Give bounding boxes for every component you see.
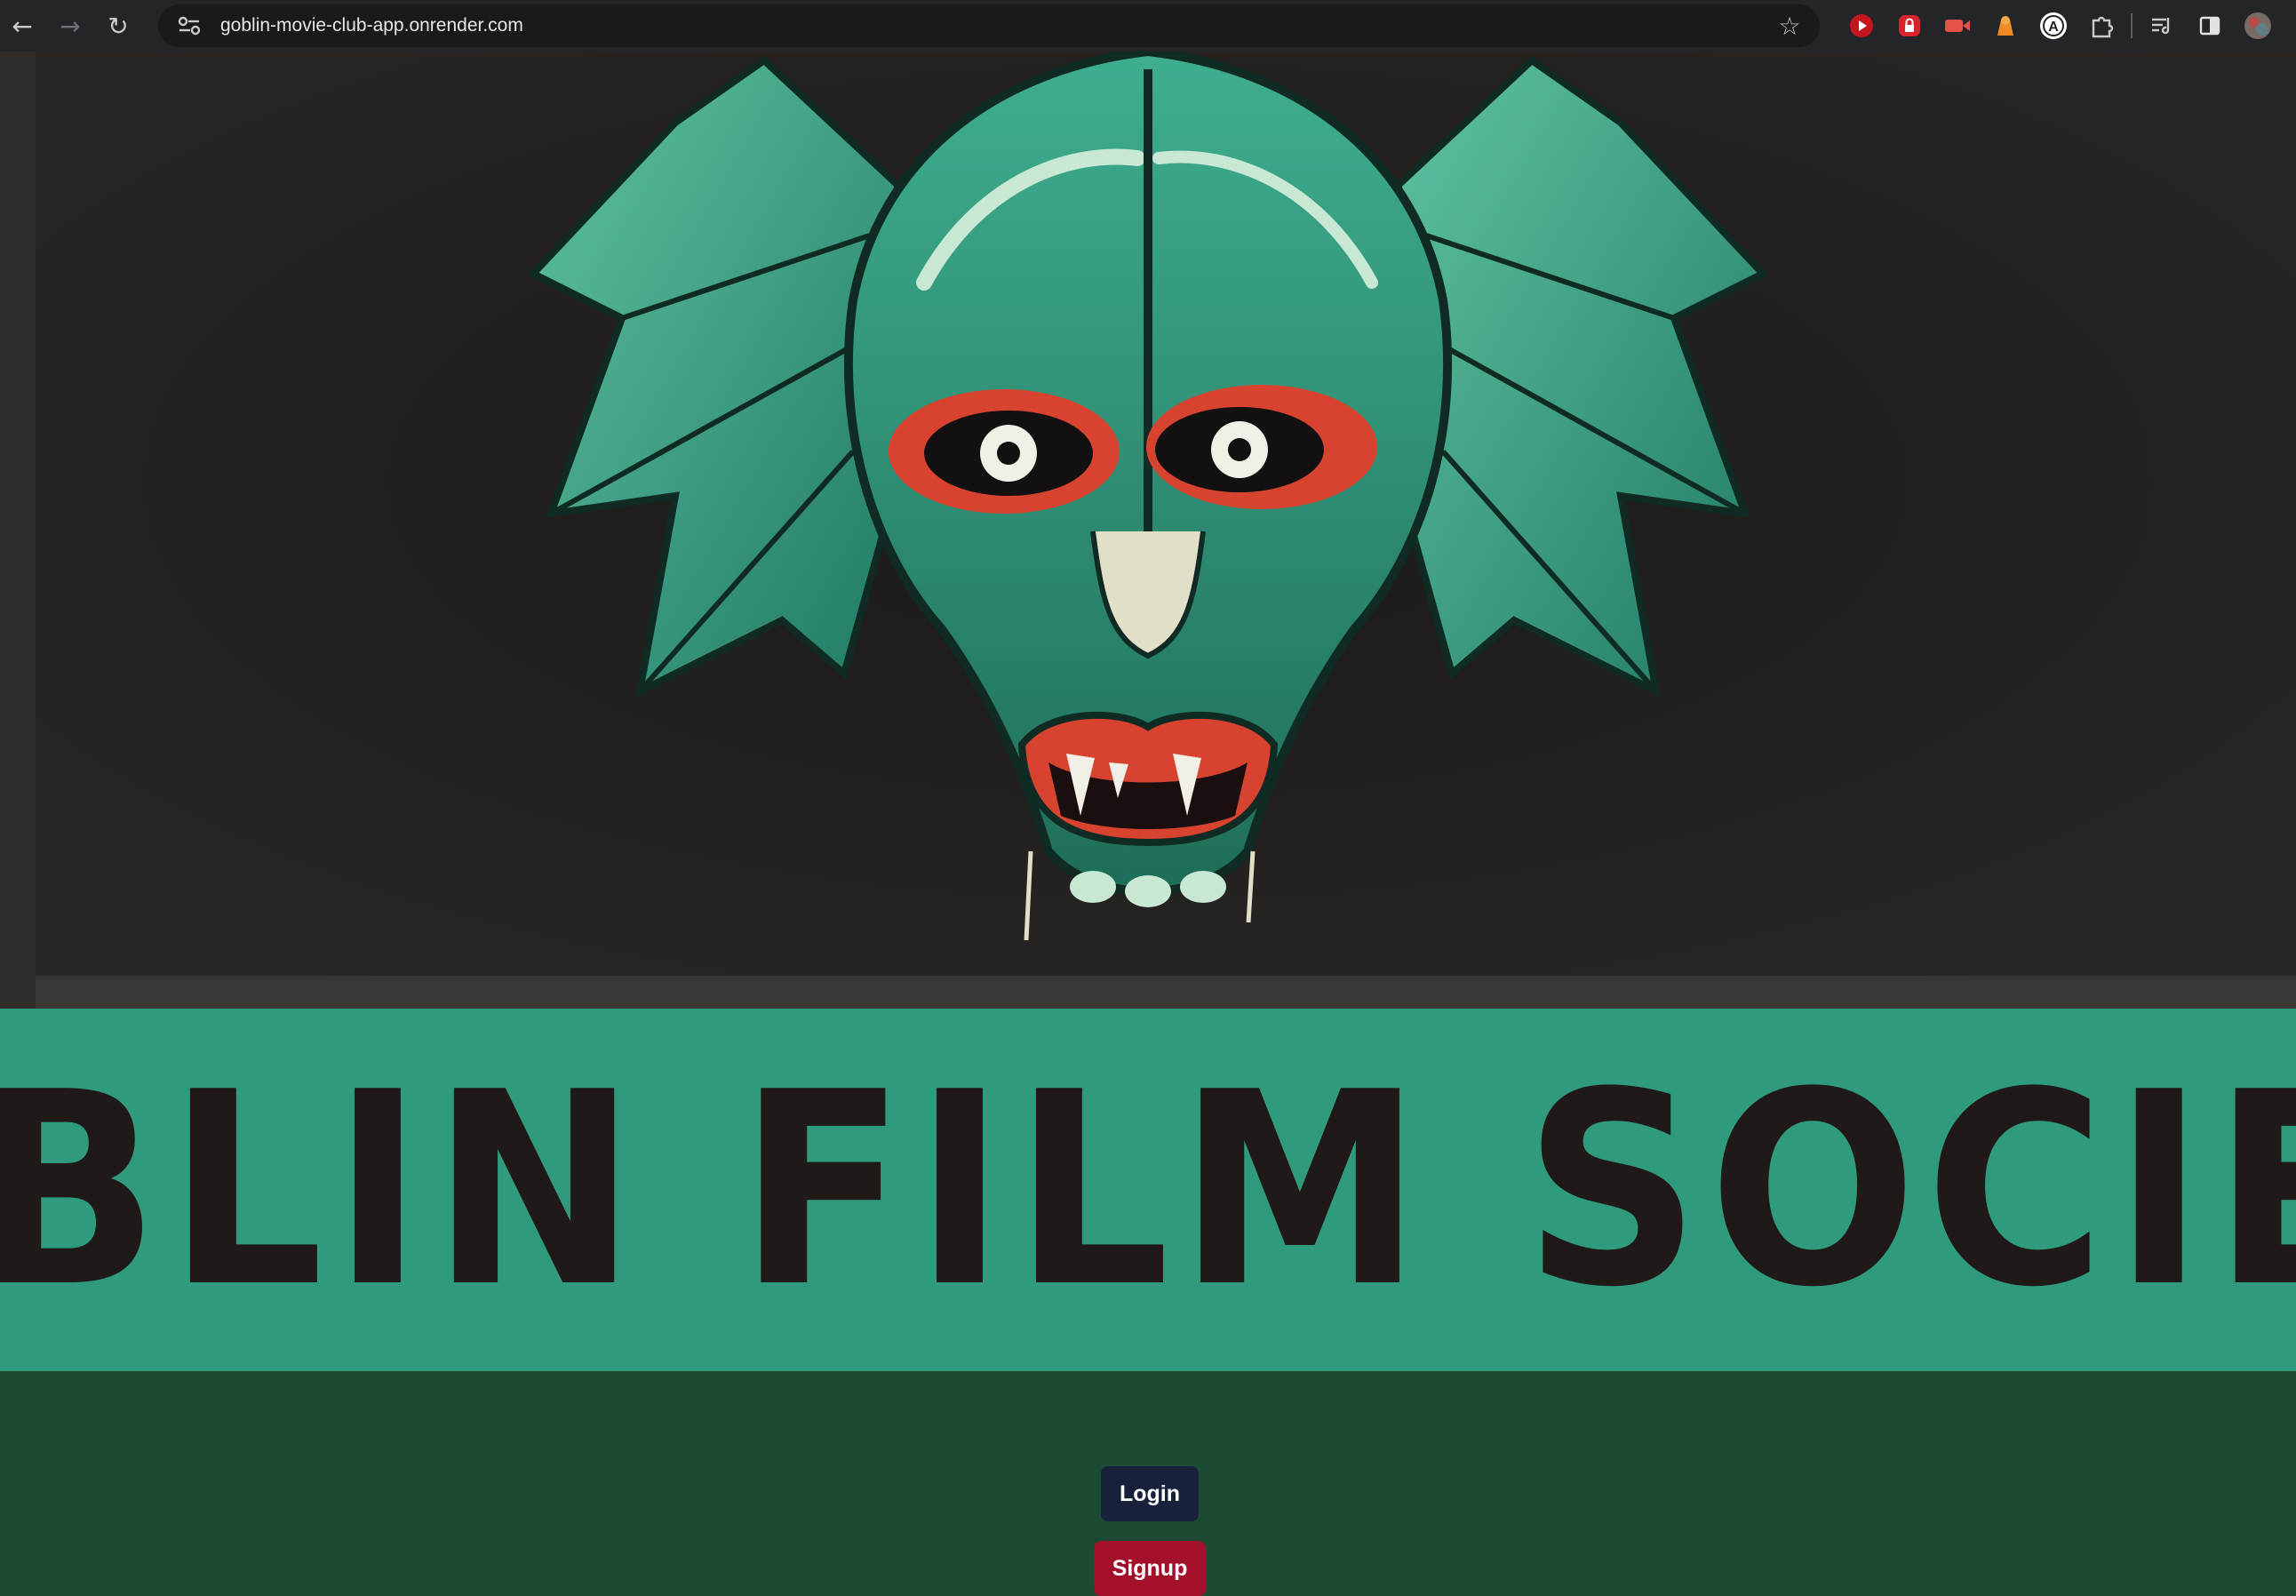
login-button[interactable]: Login — [1101, 1466, 1199, 1521]
fox-extension-icon[interactable] — [1981, 5, 2029, 46]
bat-goblin-illustration — [0, 52, 2296, 1009]
hero-image — [0, 52, 2296, 1009]
back-button[interactable]: ← — [2, 5, 43, 46]
a-circle-extension-icon[interactable]: A — [2029, 5, 2077, 46]
url-text[interactable]: goblin-movie-club-app.onrender.com — [220, 15, 1772, 36]
page-content: GOBLIN FILM SOCIETY Login Signup — [0, 52, 2296, 1596]
svg-text:A: A — [2048, 20, 2059, 35]
star-icon[interactable]: ☆ — [1772, 8, 1807, 44]
reload-button[interactable]: ↻ — [98, 5, 139, 46]
youtube-extension-icon[interactable] — [1838, 5, 1885, 46]
extensions-area: A — [1838, 5, 2282, 46]
arrow-right-icon: → — [60, 11, 81, 41]
title-banner: GOBLIN FILM SOCIETY — [0, 1009, 2296, 1371]
reading-list-icon[interactable] — [2138, 5, 2186, 46]
puzzle-icon[interactable] — [2077, 5, 2125, 46]
profile-avatar[interactable] — [2234, 5, 2282, 46]
reload-icon: ↻ — [108, 11, 129, 41]
auth-area: Login Signup — [0, 1371, 2296, 1596]
address-bar[interactable]: goblin-movie-club-app.onrender.com ☆ — [158, 4, 1820, 47]
tune-icon[interactable] — [174, 11, 204, 41]
lock-extension-icon[interactable] — [1885, 5, 1933, 46]
browser-toolbar: ← → ↻ goblin-movie-club-app.onrender.com… — [0, 0, 2296, 52]
forward-button[interactable]: → — [50, 5, 91, 46]
toolbar-divider — [2131, 13, 2133, 38]
video-extension-icon[interactable] — [1933, 5, 1981, 46]
arrow-left-icon: ← — [12, 11, 33, 41]
side-panel-icon[interactable] — [2186, 5, 2234, 46]
site-title: GOBLIN FILM SOCIETY — [0, 1034, 2296, 1345]
signup-button[interactable]: Signup — [1094, 1541, 1206, 1596]
